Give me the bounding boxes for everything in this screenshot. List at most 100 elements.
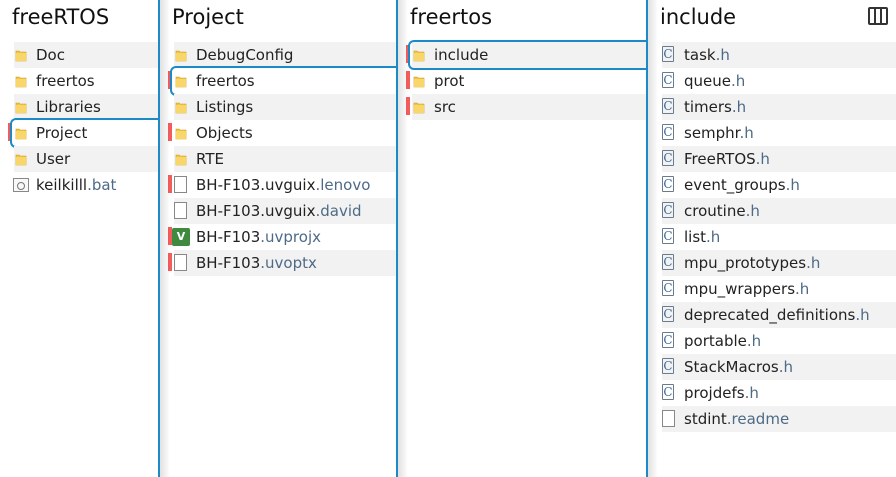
item-name: Listings [196, 98, 254, 116]
folder-icon [14, 72, 28, 90]
column-0: freeRTOS Doc freertos Libraries Project User k… [0, 0, 160, 477]
list-item[interactable]: C StackMacros.h [662, 354, 896, 380]
list-item[interactable]: prot [406, 68, 648, 94]
item-label: BH-F103.uvguix.david [196, 202, 362, 220]
folder-icon [14, 150, 28, 168]
selection-outline [10, 118, 160, 148]
list-item[interactable]: Doc [14, 42, 160, 68]
c-header-file-icon: C [662, 280, 674, 296]
item-name: BH-F103 [196, 254, 261, 272]
item-label: DebugConfig [196, 46, 293, 64]
list-item[interactable]: RTE [174, 146, 398, 172]
item-extension: .bat [87, 176, 117, 194]
item-label: StackMacros.h [684, 358, 793, 376]
list-item[interactable]: DebugConfig [174, 42, 398, 68]
folder-icon [174, 98, 188, 116]
column-title: freertos [410, 5, 493, 29]
item-extension: .h [785, 176, 800, 194]
item-extension: .h [706, 228, 721, 246]
list-item[interactable]: Cportable.h [662, 328, 896, 354]
list-item[interactable]: Cprojdefs.h [662, 380, 896, 406]
item-extension: .h [806, 254, 821, 272]
item-name: StackMacros [684, 358, 779, 376]
column-title: freeRTOS [12, 5, 110, 29]
item-label: timers.h [684, 98, 746, 116]
item-extension: .uvoptx [260, 254, 317, 272]
list-item[interactable]: keilkilll.bat [13, 172, 160, 198]
column-3: include Ctask.h Cqueue.h Ctimers.h Csemphr.h… [648, 0, 896, 477]
c-header-file-icon: C [662, 332, 674, 348]
item-label: queue.h [684, 72, 745, 90]
item-name: semphr [684, 124, 740, 142]
column-view-icon[interactable] [868, 7, 888, 25]
item-extension: .readme [726, 410, 790, 428]
c-header-file-icon: C [662, 384, 674, 400]
item-label: freertos [36, 72, 95, 90]
list-item[interactable]: Ctimers.h [662, 94, 896, 120]
list-item[interactable]: BH-F103.uvguix.david [174, 198, 398, 224]
list-item[interactable]: V BH-F103.uvprojx [168, 224, 398, 250]
item-label: RTE [196, 150, 224, 168]
list-item[interactable]: Libraries [14, 94, 160, 120]
list-item[interactable]: Csemphr.h [662, 120, 896, 146]
folder-icon [174, 124, 188, 142]
item-name: Objects [196, 124, 253, 142]
list-item[interactable]: User [14, 146, 160, 172]
list-item[interactable]: src [406, 94, 648, 120]
column-title: Project [172, 5, 244, 29]
item-label: FreeRTOS.h [684, 150, 770, 168]
item-label: event_groups.h [684, 176, 800, 194]
folder-icon [412, 98, 426, 116]
item-extension: .lenovo [315, 176, 371, 194]
item-name: DebugConfig [196, 46, 294, 64]
list-item[interactable]: Ctask.h [662, 42, 896, 68]
c-header-file-icon: C [662, 150, 674, 166]
item-extension: .uvprojx [260, 228, 321, 246]
item-name: Doc [36, 46, 65, 64]
list-item[interactable]: Objects [168, 120, 398, 146]
document-icon [174, 202, 188, 220]
list-item[interactable]: Clist.h [662, 224, 896, 250]
item-name: projdefs [684, 384, 745, 402]
list-item[interactable]: stdint.readme [662, 406, 896, 432]
item-name: deprecated_definitions [684, 306, 856, 324]
item-extension: .h [795, 280, 810, 298]
item-name: BH-F103.uvguix [196, 176, 316, 194]
document-icon [662, 410, 676, 428]
item-name: keilkilll [36, 176, 88, 194]
item-name: mpu_wrappers [684, 280, 796, 298]
item-name: User [36, 150, 71, 168]
selection-outline [408, 40, 648, 70]
c-header-file-icon: C [662, 202, 674, 218]
c-header-file-icon: C [662, 176, 674, 192]
item-name: BH-F103 [196, 228, 261, 246]
folder-icon [174, 150, 188, 168]
item-name: FreeRTOS [684, 150, 756, 168]
column-shadow [398, 0, 408, 477]
c-header-file-icon: C [662, 72, 674, 88]
list-item[interactable]: Cdeprecated_definitions.h [662, 302, 896, 328]
item-label: Libraries [36, 98, 101, 116]
list-item[interactable]: Cmpu_prototypes.h [662, 250, 896, 276]
c-header-file-icon: C [662, 254, 674, 270]
list-item[interactable]: Listings [174, 94, 398, 120]
list-item[interactable]: C FreeRTOS.h [662, 146, 896, 172]
keil-project-icon: V [172, 228, 190, 246]
selection-outline [170, 66, 398, 96]
c-header-file-icon: C [662, 358, 674, 374]
list-item[interactable]: Ccroutine.h [662, 198, 896, 224]
c-header-file-icon: C [662, 46, 674, 62]
list-item[interactable]: BH-F103.uvoptx [168, 250, 398, 276]
item-name: BH-F103.uvguix [196, 202, 316, 220]
list-item[interactable]: Cqueue.h [662, 68, 896, 94]
item-name: RTE [196, 150, 224, 168]
item-extension: .h [731, 98, 747, 116]
list-item[interactable]: BH-F103.uvguix.lenovo [168, 172, 398, 198]
list-item[interactable]: Cevent_groups.h [662, 172, 896, 198]
folder-icon [14, 46, 28, 64]
item-label: mpu_wrappers.h [684, 280, 809, 298]
list-item[interactable]: Cmpu_wrappers.h [662, 276, 896, 302]
item-label: BH-F103.uvoptx [196, 254, 317, 272]
column-title: include [660, 5, 737, 29]
list-item[interactable]: freertos [14, 68, 160, 94]
